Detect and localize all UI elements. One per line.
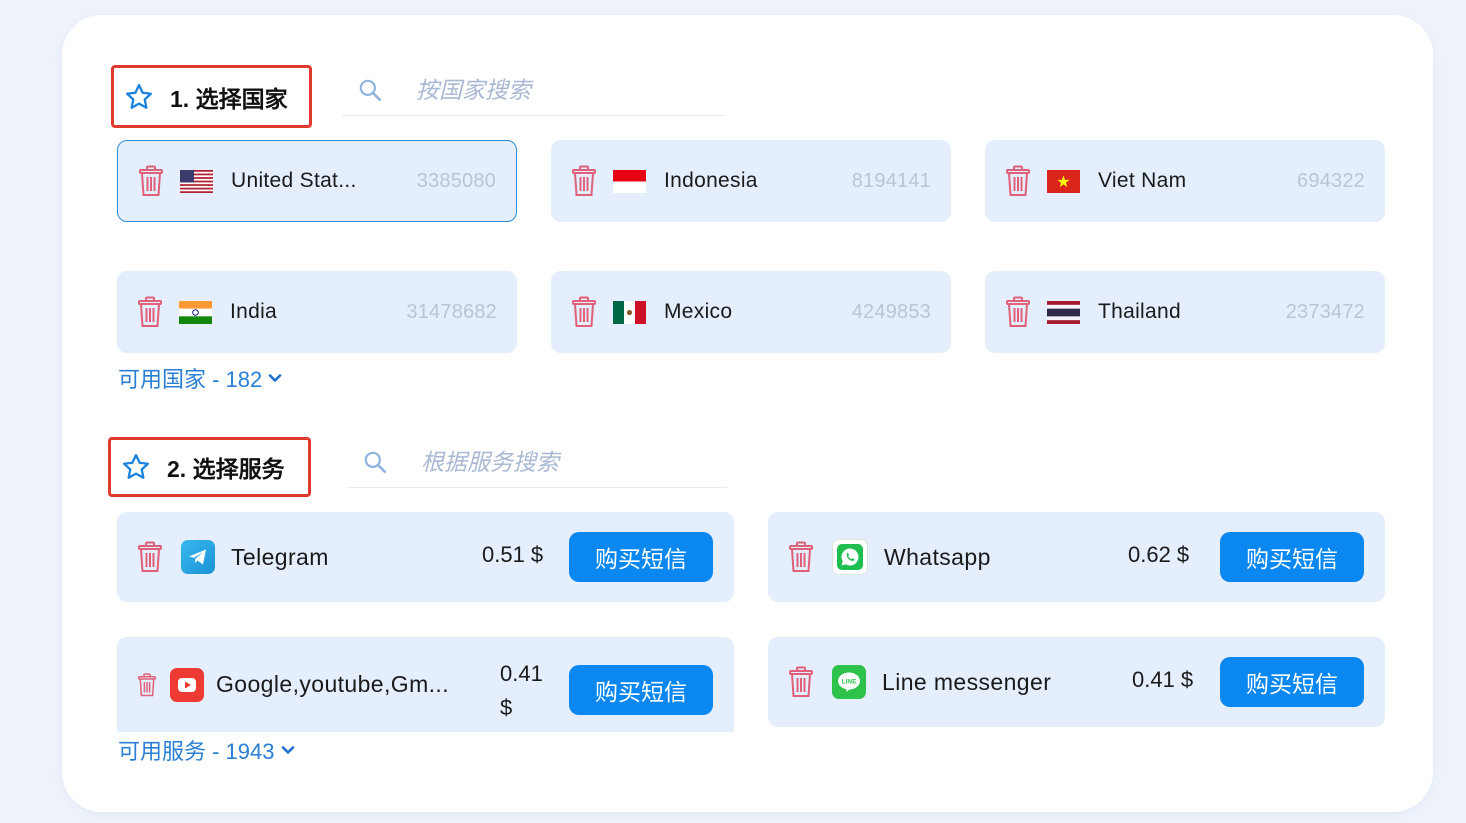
service-search (347, 437, 727, 488)
country-count: 8194141 (851, 169, 931, 192)
service-card-telegram[interactable]: Telegram 0.51 $ 购买短信 (117, 512, 734, 602)
buy-sms-button[interactable]: 购买短信 (1220, 657, 1364, 707)
th-flag-icon (1047, 300, 1080, 324)
service-price: 0.41 $ (1132, 667, 1194, 692)
country-name: Viet Nam (1098, 169, 1187, 192)
country-count: 2373472 (1285, 300, 1365, 323)
buy-sms-button[interactable]: 购买短信 (569, 532, 713, 582)
country-count: 31478682 (406, 300, 497, 323)
step1-title: 1. 选择国家 (170, 85, 288, 112)
in-flag-icon (179, 300, 212, 324)
main-panel: 1. 选择国家 United Stat... 3385080 Indonesia (62, 15, 1433, 812)
line-icon: LINE (832, 665, 866, 699)
country-card-mexico[interactable]: Mexico 4249853 (551, 271, 951, 353)
country-name: India (230, 300, 278, 323)
service-name: Line messenger (882, 668, 1052, 695)
service-name: Google,youtube,Gm... (216, 671, 450, 697)
service-card-google[interactable]: Google,youtube,Gm... 0.41 $ 购买短信 (117, 637, 734, 732)
trash-icon[interactable] (788, 665, 814, 699)
available-services-label: 可用服务 - 1943 (118, 739, 275, 764)
trash-icon[interactable] (571, 164, 597, 198)
buy-sms-button[interactable]: 购买短信 (569, 665, 713, 715)
service-price: 0.51 $ (482, 542, 544, 567)
trash-icon[interactable] (1005, 164, 1031, 198)
id-flag-icon (613, 169, 646, 193)
country-card-thailand[interactable]: Thailand 2373472 (985, 271, 1385, 353)
trash-icon[interactable] (788, 540, 814, 574)
available-countries-label: 可用国家 - 182 (118, 367, 263, 392)
country-count: 3385080 (416, 169, 496, 192)
mx-flag-icon (613, 300, 646, 324)
country-name: United Stat... (231, 169, 357, 192)
step2-title: 2. 选择服务 (167, 456, 285, 482)
step1-header: 1. 选择国家 (111, 65, 312, 128)
trash-icon[interactable] (137, 295, 163, 329)
available-countries-link[interactable]: 可用国家 - 182 (118, 362, 284, 394)
trash-icon[interactable] (138, 164, 164, 198)
country-card-india[interactable]: India 31478682 (117, 271, 517, 353)
service-price: 0.41 $ (500, 661, 543, 720)
whatsapp-icon (832, 539, 868, 575)
trash-icon[interactable] (137, 540, 163, 574)
country-name: Indonesia (664, 169, 758, 192)
chevron-down-icon (281, 742, 297, 758)
service-name: Telegram (231, 543, 329, 570)
svg-text:LINE: LINE (842, 679, 857, 686)
chevron-down-icon (268, 370, 284, 386)
country-card-viet-nam[interactable]: Viet Nam 694322 (985, 140, 1385, 222)
country-name: Thailand (1098, 300, 1181, 323)
us-flag-icon (180, 169, 213, 193)
service-card-whatsapp[interactable]: Whatsapp 0.62 $ 购买短信 (768, 512, 1385, 602)
country-card-indonesia[interactable]: Indonesia 8194141 (551, 140, 951, 222)
country-count: 694322 (1297, 169, 1365, 192)
available-services-link[interactable]: 可用服务 - 1943 (118, 734, 297, 766)
youtube-icon (170, 667, 204, 702)
telegram-icon (181, 540, 215, 574)
service-card-line[interactable]: LINE Line messenger 0.41 $ 购买短信 (768, 637, 1385, 727)
service-search-input[interactable] (419, 447, 713, 477)
service-price: 0.62 $ (1128, 542, 1190, 567)
buy-sms-button[interactable]: 购买短信 (1220, 532, 1364, 582)
service-name: Whatsapp (884, 543, 991, 570)
search-icon (356, 76, 384, 104)
trash-icon[interactable] (137, 672, 157, 698)
country-search-input[interactable] (414, 75, 708, 105)
vn-flag-icon (1047, 169, 1080, 193)
star-icon[interactable] (124, 82, 154, 112)
step2-header: 2. 选择服务 (108, 437, 311, 497)
search-icon (361, 448, 389, 476)
star-icon[interactable] (121, 452, 151, 482)
country-search (342, 65, 725, 116)
trash-icon[interactable] (1005, 295, 1031, 329)
country-count: 4249853 (851, 300, 931, 323)
country-card-united-states[interactable]: United Stat... 3385080 (117, 140, 517, 222)
trash-icon[interactable] (571, 295, 597, 329)
country-name: Mexico (664, 300, 733, 323)
